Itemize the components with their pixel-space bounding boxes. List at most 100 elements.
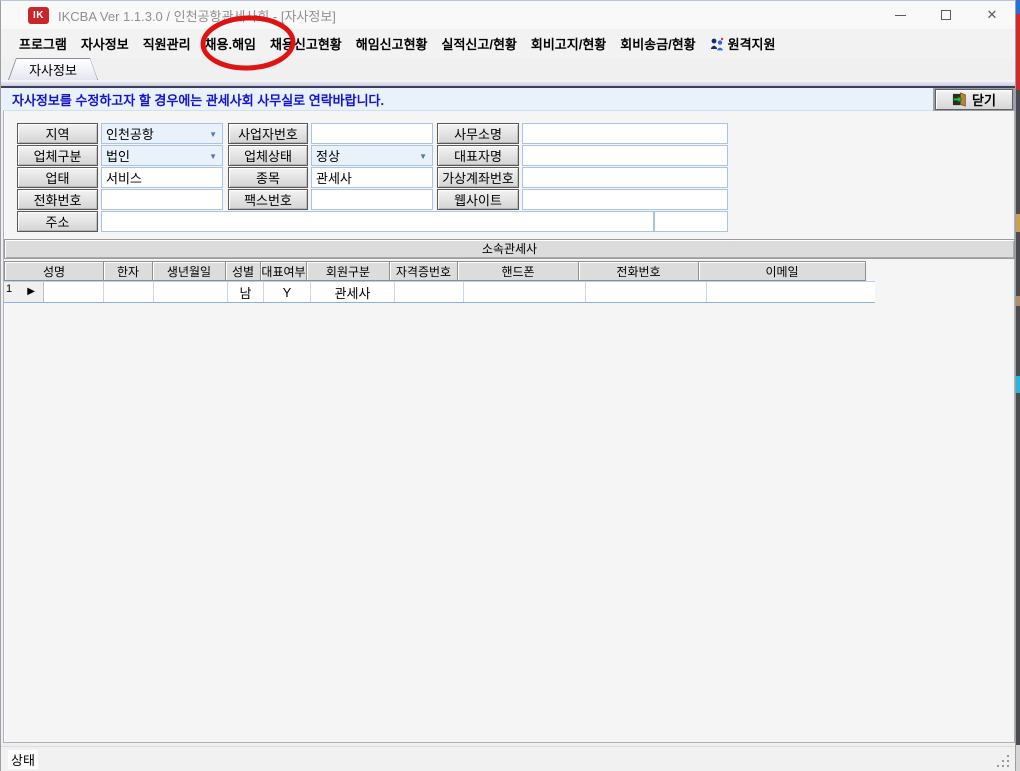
- dropdown-arrow-icon: ▼: [209, 152, 217, 161]
- menu-program[interactable]: 프로그램: [12, 34, 74, 53]
- minimize-button[interactable]: [877, 1, 923, 29]
- menu-bar: 프로그램 자사정보 직원관리 채용.해임 채용신고현황 해임신고현황 실적신고/…: [1, 29, 1015, 58]
- menu-performance-report[interactable]: 실적신고/현황: [435, 34, 524, 53]
- col-header-license-number[interactable]: 자격증번호: [389, 261, 458, 281]
- label-address: 주소: [17, 211, 98, 232]
- row-marker-icon: ▶: [27, 287, 35, 297]
- col-header-representative[interactable]: 대표여부: [260, 261, 307, 281]
- cell-hanja[interactable]: [104, 282, 154, 302]
- dropdown-arrow-icon: ▼: [209, 130, 217, 139]
- notice-bar: 자사정보를 수정하고자 할 경우에는 관세사회 사무실로 연락바랍니다. 닫기: [3, 88, 1015, 111]
- office-name-input[interactable]: [522, 123, 728, 144]
- status-label: 상태: [8, 750, 38, 769]
- company-status-select[interactable]: 정상 ▼: [311, 145, 433, 166]
- menu-fee-remittance[interactable]: 회비송금/현황: [613, 34, 702, 53]
- window-controls: ✕: [877, 1, 1015, 29]
- label-phone-number: 전화번호: [17, 189, 98, 210]
- dropdown-arrow-icon: ▼: [419, 152, 427, 161]
- desktop-bleed-segment: [1016, 296, 1020, 306]
- status-bar: 상태: [1, 746, 1015, 771]
- label-region: 지역: [17, 123, 98, 144]
- cell-license-number[interactable]: [395, 282, 464, 302]
- maximize-button[interactable]: [923, 1, 969, 29]
- business-category-input[interactable]: [101, 167, 223, 188]
- menu-hire-report-status[interactable]: 채용신고현황: [263, 34, 349, 53]
- label-business-category: 업태: [17, 167, 98, 188]
- label-business-number: 사업자번호: [228, 123, 308, 144]
- col-header-hanja[interactable]: 한자: [103, 261, 153, 281]
- label-business-item: 종목: [228, 167, 308, 188]
- label-representative-name: 대표자명: [437, 145, 519, 166]
- label-website: 웹사이트: [437, 189, 519, 210]
- close-button[interactable]: 닫기: [935, 89, 1013, 110]
- app-window: IK IKCBA Ver 1.1.3.0 / 인천공항관세사회 - [자사정보]…: [0, 0, 1016, 771]
- label-company-status: 업체상태: [228, 145, 308, 166]
- app-logo-icon: IK: [28, 7, 49, 24]
- business-item-input[interactable]: [311, 167, 433, 188]
- close-icon: ✕: [987, 7, 998, 23]
- minimize-icon: [895, 15, 906, 16]
- maximize-icon: [941, 10, 951, 20]
- menu-remote-support-label: 원격지원: [728, 34, 776, 53]
- menu-company-info[interactable]: 자사정보: [74, 34, 136, 53]
- address-input[interactable]: [101, 211, 654, 232]
- close-button-label: 닫기: [972, 90, 996, 109]
- desktop-bleed-segment: [1016, 214, 1020, 232]
- close-window-button[interactable]: ✕: [969, 1, 1015, 29]
- menu-hire-dismiss[interactable]: 채용.해임: [198, 34, 263, 53]
- label-company-type: 업체구분: [17, 145, 98, 166]
- region-select[interactable]: 인천공항 ▼: [101, 123, 223, 144]
- col-header-gender[interactable]: 성별: [225, 261, 261, 281]
- tab-strip: 자사정보: [1, 58, 1015, 86]
- business-number-input[interactable]: [311, 123, 433, 144]
- tab-company-info[interactable]: 자사정보: [8, 58, 98, 80]
- address-extra-input[interactable]: [654, 211, 728, 232]
- table-row[interactable]: 1 ▶ 남 Y 관세사: [4, 281, 875, 303]
- menu-staff-management[interactable]: 직원관리: [136, 34, 198, 53]
- col-header-birthdate[interactable]: 생년월일: [152, 261, 226, 281]
- notice-bar-right: 닫기: [933, 88, 1015, 111]
- website-input[interactable]: [522, 189, 728, 210]
- representative-name-input[interactable]: [522, 145, 728, 166]
- col-header-name[interactable]: 성명: [4, 261, 104, 281]
- virtual-account-input[interactable]: [522, 167, 728, 188]
- fax-number-input[interactable]: [311, 189, 433, 210]
- door-exit-icon: [952, 92, 967, 107]
- cell-email[interactable]: [707, 282, 875, 302]
- resize-grip-icon[interactable]: [995, 753, 1009, 767]
- cell-birthdate[interactable]: [154, 282, 228, 302]
- grid-title: 소속관세사: [4, 239, 1015, 259]
- menu-remote-support[interactable]: 원격지원: [703, 34, 783, 53]
- row-number: 1: [6, 283, 12, 295]
- menu-fee-notice[interactable]: 회비고지/현황: [524, 34, 613, 53]
- title-bar: IK IKCBA Ver 1.1.3.0 / 인천공항관세사회 - [자사정보]…: [1, 1, 1015, 29]
- remote-support-icon: [710, 37, 724, 51]
- label-office-name: 사무소명: [437, 123, 519, 144]
- desktop-bleed-segment: [1016, 745, 1020, 771]
- cell-member-type[interactable]: 관세사: [311, 282, 395, 302]
- company-type-select[interactable]: 법인 ▼: [101, 145, 223, 166]
- col-header-member-type[interactable]: 회원구분: [306, 261, 390, 281]
- label-fax-number: 팩스번호: [228, 189, 308, 210]
- cell-gender[interactable]: 남: [228, 282, 264, 302]
- label-virtual-account: 가상계좌번호: [437, 167, 519, 188]
- desktop-bleed-segment: [1016, 376, 1020, 393]
- cell-name[interactable]: [44, 282, 104, 302]
- desktop-bleed: [1016, 0, 1020, 771]
- col-header-mobile[interactable]: 핸드폰: [457, 261, 579, 281]
- tab-company-info-label: 자사정보: [29, 60, 77, 79]
- menu-dismiss-report-status[interactable]: 해임신고현황: [349, 34, 435, 53]
- company-status-value: 정상: [316, 146, 340, 165]
- notice-message: 자사정보를 수정하고자 할 경우에는 관세사회 사무실로 연락바랍니다.: [3, 88, 933, 111]
- col-header-phone[interactable]: 전화번호: [578, 261, 699, 281]
- phone-number-input[interactable]: [101, 189, 223, 210]
- region-value: 인천공항: [106, 124, 154, 143]
- grid-header-row: 성명 한자 생년월일 성별 대표여부 회원구분 자격증번호 핸드폰 전화번호 이…: [4, 261, 866, 281]
- desktop-bleed-segment: [1016, 0, 1020, 14]
- cell-phone[interactable]: [586, 282, 707, 302]
- company-type-value: 법인: [106, 146, 130, 165]
- cell-representative[interactable]: Y: [264, 282, 311, 302]
- row-indicator: 1 ▶: [4, 282, 44, 302]
- col-header-email[interactable]: 이메일: [698, 261, 866, 281]
- cell-mobile[interactable]: [464, 282, 586, 302]
